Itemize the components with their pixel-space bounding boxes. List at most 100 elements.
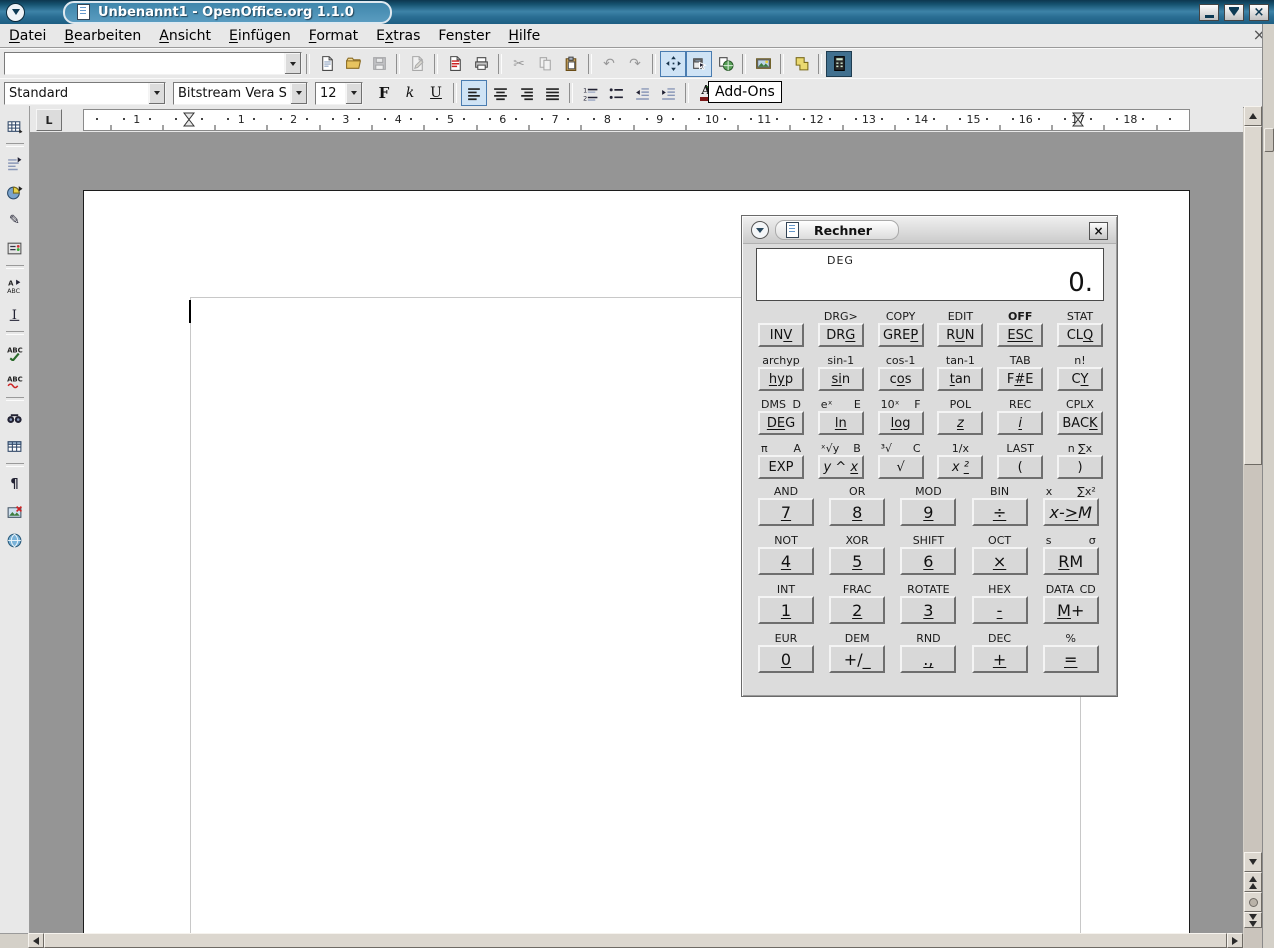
calculator-button[interactable] [826, 51, 852, 77]
calc-key-hyp[interactable]: hyp [758, 367, 804, 391]
close-button[interactable]: × [1249, 4, 1269, 21]
menu-hilfe[interactable]: Hilfe [499, 25, 549, 47]
font-size-input[interactable] [316, 83, 345, 104]
underline-button[interactable]: U [423, 80, 449, 106]
window-menu-button[interactable] [6, 3, 25, 22]
calc-key-minus[interactable]: - [972, 596, 1028, 624]
calc-key-paren-open[interactable]: ( [997, 455, 1043, 479]
scroll-down-button[interactable] [1244, 852, 1262, 872]
bold-button[interactable]: F [371, 80, 397, 106]
numbered-list-button[interactable]: 12 [577, 80, 603, 106]
calc-key-deg[interactable]: DEG [758, 411, 804, 435]
calc-key-9[interactable]: 9 [900, 498, 956, 526]
calc-key-plus[interactable]: + [972, 645, 1028, 673]
maximize-button[interactable] [1224, 4, 1244, 21]
auto-spellcheck-button[interactable]: ABC [1, 366, 29, 394]
calc-key-memory-plus[interactable]: M+ [1043, 596, 1099, 624]
calc-key-i[interactable]: i [997, 411, 1043, 435]
calc-key-ln[interactable]: ln [818, 411, 864, 435]
direct-cursor-button[interactable]: I [1, 300, 29, 328]
calc-key-0[interactable]: 0 [758, 645, 814, 673]
decrease-indent-button[interactable] [629, 80, 655, 106]
calc-key-log[interactable]: log [878, 411, 924, 435]
scroll-up-button[interactable] [1244, 106, 1262, 126]
calc-key-2[interactable]: 2 [829, 596, 885, 624]
calc-key-decimal[interactable]: ., [900, 645, 956, 673]
menu-format[interactable]: Format [300, 25, 367, 47]
increase-indent-button[interactable] [655, 80, 681, 106]
calc-key-sign[interactable]: +/_ [829, 645, 885, 673]
hyperlink-button[interactable] [712, 51, 738, 77]
autotext-button[interactable]: AABC [1, 272, 29, 300]
calc-key-7[interactable]: 7 [758, 498, 814, 526]
calc-key-clq[interactable]: CLQ [1057, 323, 1103, 347]
calc-key-sin[interactable]: sin [818, 367, 864, 391]
data-sources-view-button[interactable] [1, 432, 29, 460]
calc-key-sqrt[interactable]: √ [878, 455, 924, 479]
insert-fields-button[interactable] [1, 150, 29, 178]
data-sources-button[interactable] [788, 51, 814, 77]
calc-key-store-memory[interactable]: x->M [1043, 498, 1099, 526]
font-name-input[interactable] [174, 83, 290, 104]
calc-key-esc[interactable]: ESC [997, 323, 1043, 347]
calc-key-5[interactable]: 5 [829, 547, 885, 575]
calc-key-8[interactable]: 8 [829, 498, 885, 526]
indent-marker[interactable] [183, 112, 195, 131]
online-layout-button[interactable] [1, 526, 29, 554]
calc-key-x-squared[interactable]: x ² [937, 455, 983, 479]
font-dropdown-button[interactable] [290, 83, 307, 104]
italic-button[interactable]: k [397, 80, 423, 106]
navigation-button[interactable] [1244, 892, 1262, 912]
calc-key-3[interactable]: 3 [900, 596, 956, 624]
minimize-button[interactable] [1199, 4, 1219, 21]
draw-functions-button[interactable]: ✎ [1, 206, 29, 234]
find-replace-button[interactable] [1, 404, 29, 432]
calc-key-cy[interactable]: CY [1057, 367, 1103, 391]
menu-bearbeiten[interactable]: Bearbeiten [55, 25, 150, 47]
spellcheck-button[interactable]: ABC [1, 338, 29, 366]
calc-key-cos[interactable]: cos [878, 367, 924, 391]
align-left-button[interactable] [461, 80, 487, 106]
calc-key-inv[interactable]: INV [758, 323, 804, 347]
paste-button[interactable] [558, 51, 584, 77]
open-button[interactable] [340, 51, 366, 77]
align-right-button[interactable] [513, 80, 539, 106]
calc-key-6[interactable]: 6 [900, 547, 956, 575]
calc-key-4[interactable]: 4 [758, 547, 814, 575]
calc-key-recall-memory[interactable]: RM [1043, 547, 1099, 575]
calc-key-drg[interactable]: DRG [818, 323, 864, 347]
calculator-menu-button[interactable] [751, 221, 769, 239]
vertical-scrollbar-thumb[interactable] [1244, 126, 1262, 465]
calc-key-exp[interactable]: EXP [758, 455, 804, 479]
calc-key-grep[interactable]: GREP [878, 323, 924, 347]
calc-key-equals[interactable]: = [1043, 645, 1099, 673]
insert-object-button[interactable] [1, 178, 29, 206]
calc-key-1[interactable]: 1 [758, 596, 814, 624]
calc-key-z[interactable]: z [937, 411, 983, 435]
insert-table-button[interactable] [1, 112, 29, 140]
indent-marker[interactable] [1072, 112, 1084, 131]
menu-extras[interactable]: Extras [367, 25, 429, 47]
scroll-right-button[interactable] [1227, 933, 1243, 948]
menu-fenster[interactable]: Fenster [429, 25, 499, 47]
nonprinting-chars-button[interactable]: ¶ [1, 470, 29, 498]
url-dropdown-button[interactable] [284, 53, 301, 74]
menu-ansicht[interactable]: Ansicht [150, 25, 220, 47]
calc-key-power[interactable]: y ^ x [818, 455, 864, 479]
style-dropdown-button[interactable] [148, 83, 165, 104]
calculator-titlebar[interactable]: Rechner × [743, 217, 1116, 244]
size-dropdown-button[interactable] [345, 83, 362, 104]
url-input[interactable] [5, 53, 284, 74]
align-justify-button[interactable] [539, 80, 565, 106]
calc-key-back[interactable]: BACK [1057, 411, 1103, 435]
paragraph-style-input[interactable] [5, 83, 148, 104]
align-center-button[interactable] [487, 80, 513, 106]
calc-key-tan[interactable]: tan [937, 367, 983, 391]
calc-key-multiply[interactable]: × [972, 547, 1028, 575]
bullets-list-button[interactable] [603, 80, 629, 106]
next-page-button[interactable] [1244, 912, 1262, 928]
export-pdf-button[interactable] [442, 51, 468, 77]
navigator-button[interactable] [660, 51, 686, 77]
calc-key-run[interactable]: RUN [937, 323, 983, 347]
gallery-button[interactable] [750, 51, 776, 77]
